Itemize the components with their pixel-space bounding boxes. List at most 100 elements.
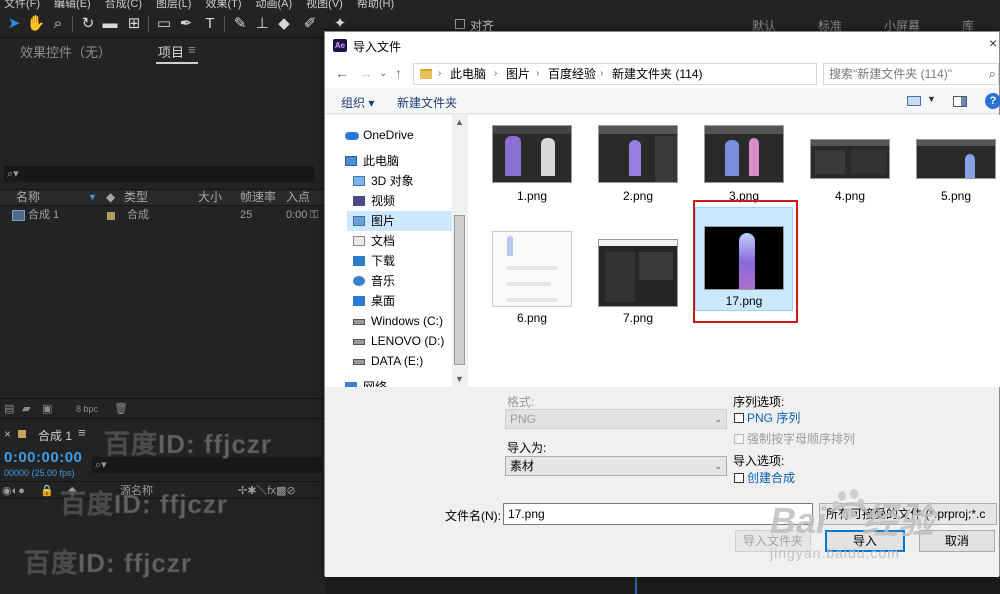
- nav-item-drive-c[interactable]: Windows (C:): [353, 311, 451, 331]
- flowchart-icon[interactable]: ⚿: [310, 207, 318, 224]
- nav-item-documents[interactable]: 文档: [353, 231, 451, 251]
- organize-button[interactable]: 组织 ▾: [341, 94, 374, 111]
- file-item[interactable]: 2.png: [590, 121, 686, 221]
- menu-composition[interactable]: 合成(C): [105, 0, 142, 10]
- view-options-icon[interactable]: [907, 96, 921, 106]
- project-item-row[interactable]: 合成 1 合成 25 0:00 ⚿: [0, 207, 325, 224]
- project-search-input[interactable]: ⌕▾: [4, 166, 314, 182]
- selection-tool-icon[interactable]: ➤: [4, 14, 24, 34]
- tab-project[interactable]: 项目: [158, 42, 184, 61]
- col-source-name[interactable]: 源名称: [120, 482, 153, 500]
- brush-tool-icon[interactable]: ✎: [230, 14, 250, 34]
- dialog-titlebar[interactable]: Ae 导入文件 ×: [325, 32, 999, 60]
- help-icon[interactable]: ?: [985, 93, 1000, 109]
- panel-menu-icon[interactable]: ≡: [188, 42, 196, 57]
- pan-behind-tool-icon[interactable]: ⊞: [124, 14, 144, 34]
- filetype-select[interactable]: 所有可接受的文件 (*.prproj;*.c: [819, 503, 997, 525]
- scroll-thumb[interactable]: [454, 215, 465, 365]
- nav-item-3d-objects[interactable]: 3D 对象: [353, 171, 451, 191]
- breadcrumb-current-folder[interactable]: 新建文件夹 (114): [612, 64, 702, 84]
- nav-scrollbar[interactable]: ▲ ▼: [452, 115, 467, 387]
- file-item-selected[interactable]: 17.png: [695, 207, 793, 311]
- col-name[interactable]: 名称: [16, 190, 40, 205]
- bit-depth-label[interactable]: 8 bpc: [76, 399, 98, 419]
- view-dropdown-icon[interactable]: ▼: [927, 94, 936, 104]
- menu-animation[interactable]: 动画(A): [256, 0, 293, 10]
- up-arrow-icon[interactable]: ↑: [395, 65, 402, 81]
- interpret-footage-icon[interactable]: ▤: [4, 399, 14, 419]
- nav-item-this-pc[interactable]: 此电脑: [345, 151, 451, 171]
- tab-effect-controls[interactable]: 效果控件（无）: [20, 42, 111, 61]
- create-composition-checkbox[interactable]: [734, 473, 744, 483]
- menu-edit[interactable]: 编辑(E): [54, 0, 91, 10]
- new-composition-icon[interactable]: ▣: [42, 399, 52, 419]
- rectangle-tool-icon[interactable]: ▭: [154, 14, 174, 34]
- eraser-tool-icon[interactable]: ◆: [274, 14, 294, 34]
- filename-input[interactable]: 17.png: [503, 503, 813, 525]
- nav-item-drive-e[interactable]: DATA (E:): [353, 351, 451, 371]
- menu-layer[interactable]: 图层(L): [156, 0, 191, 10]
- nav-item-drive-d[interactable]: LENOVO (D:): [353, 331, 451, 351]
- search-icon[interactable]: ⌕: [989, 64, 996, 84]
- switches-icon[interactable]: ✢✱＼fx▩⊘: [238, 482, 296, 500]
- type-tool-icon[interactable]: T: [200, 14, 220, 34]
- col-framerate[interactable]: 帧速率: [240, 190, 276, 205]
- address-bar[interactable]: › 此电脑 › 图片 › 百度经验 › 新建文件夹 (114) ⌄ ↻: [413, 63, 899, 85]
- cancel-button[interactable]: 取消: [919, 530, 995, 552]
- hand-tool-icon[interactable]: ✋: [26, 14, 46, 34]
- tab-composition[interactable]: 合成 1: [38, 427, 72, 444]
- scroll-up-icon[interactable]: ▲: [455, 117, 464, 127]
- roto-brush-tool-icon[interactable]: ✐: [300, 14, 320, 34]
- forward-arrow-icon[interactable]: →: [359, 65, 373, 81]
- file-item[interactable]: 6.png: [484, 231, 580, 331]
- tag-icon[interactable]: ◆: [106, 190, 115, 205]
- scroll-down-icon[interactable]: ▼: [455, 374, 464, 384]
- breadcrumb-baidu[interactable]: 百度经验: [548, 64, 596, 84]
- recent-locations-chevron-icon[interactable]: ⌄: [379, 68, 387, 79]
- nav-item-desktop[interactable]: 桌面: [353, 291, 451, 311]
- new-folder-button[interactable]: 新建文件夹: [397, 94, 457, 111]
- file-item[interactable]: 4.png: [802, 121, 898, 221]
- create-composition-label[interactable]: 创建合成: [747, 469, 795, 486]
- zoom-tool-icon[interactable]: ⌕: [48, 14, 68, 34]
- nav-item-downloads[interactable]: 下载: [353, 251, 451, 271]
- import-as-select[interactable]: 素材 ⌄: [505, 456, 727, 476]
- menu-effect[interactable]: 效果(T): [205, 0, 241, 10]
- pen-tool-icon[interactable]: ✒: [176, 14, 196, 34]
- visibility-icon[interactable]: ◉◐●: [2, 482, 25, 500]
- file-item[interactable]: 1.png: [484, 121, 580, 221]
- nav-item-onedrive[interactable]: OneDrive: [345, 125, 451, 145]
- file-item[interactable]: 3.png: [696, 121, 792, 221]
- new-folder-icon[interactable]: ▰: [22, 399, 30, 419]
- close-tab-icon[interactable]: ×: [4, 427, 11, 441]
- timeline-menu-icon[interactable]: ≡: [78, 425, 86, 440]
- breadcrumb-pictures[interactable]: 图片: [506, 64, 530, 84]
- menu-help[interactable]: 帮助(H): [357, 0, 394, 10]
- back-arrow-icon[interactable]: ←: [335, 65, 349, 81]
- timeline-search-input[interactable]: ⌕▾: [92, 457, 322, 473]
- menu-file[interactable]: 文件(F): [4, 0, 40, 10]
- current-timecode[interactable]: 0:00:00:00: [4, 449, 82, 466]
- file-item[interactable]: 7.png: [590, 231, 686, 331]
- align-checkbox[interactable]: [455, 19, 465, 29]
- col-size[interactable]: 大小: [198, 190, 222, 205]
- file-item[interactable]: 5.png: [908, 121, 1000, 221]
- import-folder-button[interactable]: 导入文件夹: [735, 530, 811, 552]
- nav-item-pictures[interactable]: 图片: [347, 211, 452, 231]
- col-type[interactable]: 类型: [124, 190, 148, 205]
- breadcrumb-this-pc[interactable]: 此电脑: [450, 64, 486, 84]
- sort-arrow-icon[interactable]: ▼: [88, 190, 97, 205]
- folder-search-input[interactable]: 搜索"新建文件夹 (114)" ⌕: [823, 63, 999, 85]
- png-sequence-label[interactable]: PNG 序列: [747, 409, 800, 426]
- close-icon[interactable]: ×: [989, 35, 999, 51]
- label-tag-icon[interactable]: ◆: [68, 482, 76, 500]
- menu-view[interactable]: 视图(V): [306, 0, 343, 10]
- preview-pane-icon[interactable]: [953, 96, 967, 107]
- col-in-point[interactable]: 入点: [286, 190, 310, 205]
- rotate-tool-icon[interactable]: ↻: [78, 14, 98, 34]
- delete-icon[interactable]: 🗑: [114, 399, 128, 419]
- png-sequence-checkbox[interactable]: [734, 413, 744, 423]
- nav-item-videos[interactable]: 视频: [353, 191, 451, 211]
- camera-tool-icon[interactable]: ▬: [100, 14, 120, 34]
- clone-stamp-tool-icon[interactable]: ⊥: [252, 14, 272, 34]
